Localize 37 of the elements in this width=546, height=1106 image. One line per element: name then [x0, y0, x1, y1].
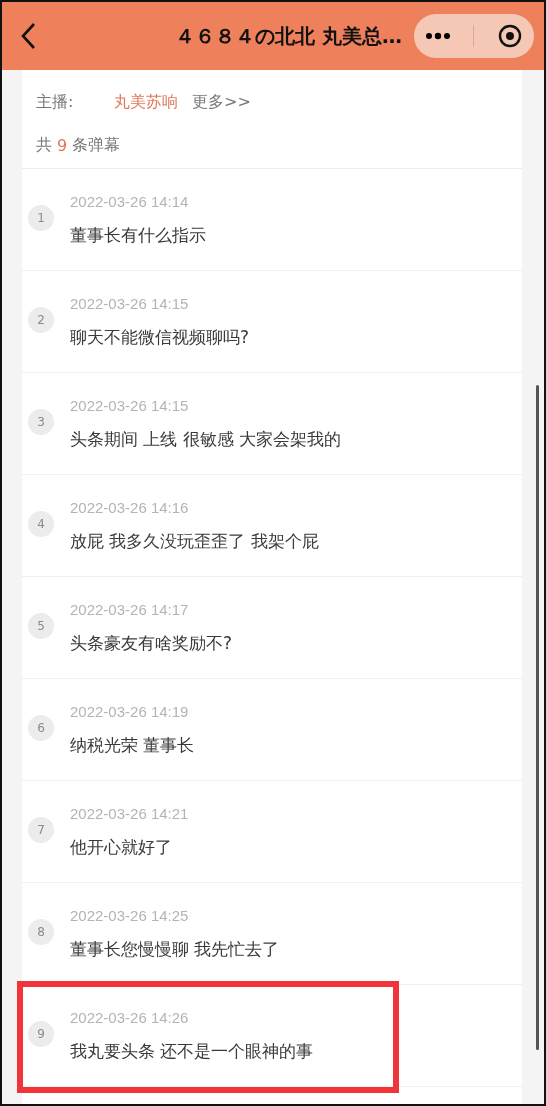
- comment-time: 2022-03-26 14:17: [70, 600, 190, 618]
- count-suffix: 条弹幕: [71, 135, 121, 156]
- comment-time: 2022-03-26 14:15: [70, 294, 190, 312]
- comment-text: 头条期间 上线 很敏感 大家会架我的: [70, 427, 342, 451]
- index-badge: 2: [28, 306, 54, 333]
- host-name[interactable]: 丸美苏响: [114, 92, 178, 113]
- more-link[interactable]: 更多>>: [192, 92, 251, 113]
- comment-text: 董事长有什么指示: [70, 223, 206, 247]
- index-badge: 5: [28, 612, 54, 639]
- host-label: 主播:: [36, 92, 75, 113]
- comment-time: 2022-03-26 14:19: [70, 702, 190, 720]
- index-badge: 9: [28, 1020, 54, 1047]
- index-badge: 6: [28, 714, 54, 741]
- comment-time: 2022-03-26 14:21: [70, 804, 189, 822]
- comment-time: 2022-03-26 14:14: [70, 192, 190, 210]
- comment-text: 我丸要头条 还不是一个眼神的事: [70, 1039, 314, 1063]
- comment-text: 董事长您慢慢聊 我先忙去了: [70, 937, 280, 961]
- comment-text: 纳税光荣 董事长: [70, 733, 195, 757]
- count-prefix: 共: [36, 135, 53, 156]
- index-badge: 8: [28, 918, 54, 945]
- comment-time: 2022-03-26 14:25: [70, 906, 190, 924]
- index-badge: 3: [28, 408, 54, 435]
- close-icon[interactable]: [498, 24, 523, 48]
- page-title: ４６８４の北北 丸美总…: [174, 22, 403, 50]
- comment-time: 2022-03-26 14:15: [70, 396, 190, 414]
- scrollbar[interactable]: [536, 385, 539, 1050]
- comment-text: 他开心就好了: [70, 835, 173, 859]
- index-badge: 1: [28, 204, 54, 231]
- comment-count: 9: [57, 136, 68, 155]
- index-badge: 4: [28, 510, 54, 537]
- more-icon[interactable]: [425, 32, 450, 40]
- comment-time: 2022-03-26 14:16: [70, 498, 190, 516]
- comment-text: 聊天不能微信视频聊吗?: [70, 325, 250, 349]
- comment-text: 头条豪友有啥奖励不?: [70, 631, 233, 655]
- index-badge: 7: [28, 816, 54, 843]
- comment-time: 2022-03-26 14:26: [70, 1008, 190, 1026]
- comment-text: 放屁 我多久没玩歪歪了 我架个屁: [70, 529, 319, 553]
